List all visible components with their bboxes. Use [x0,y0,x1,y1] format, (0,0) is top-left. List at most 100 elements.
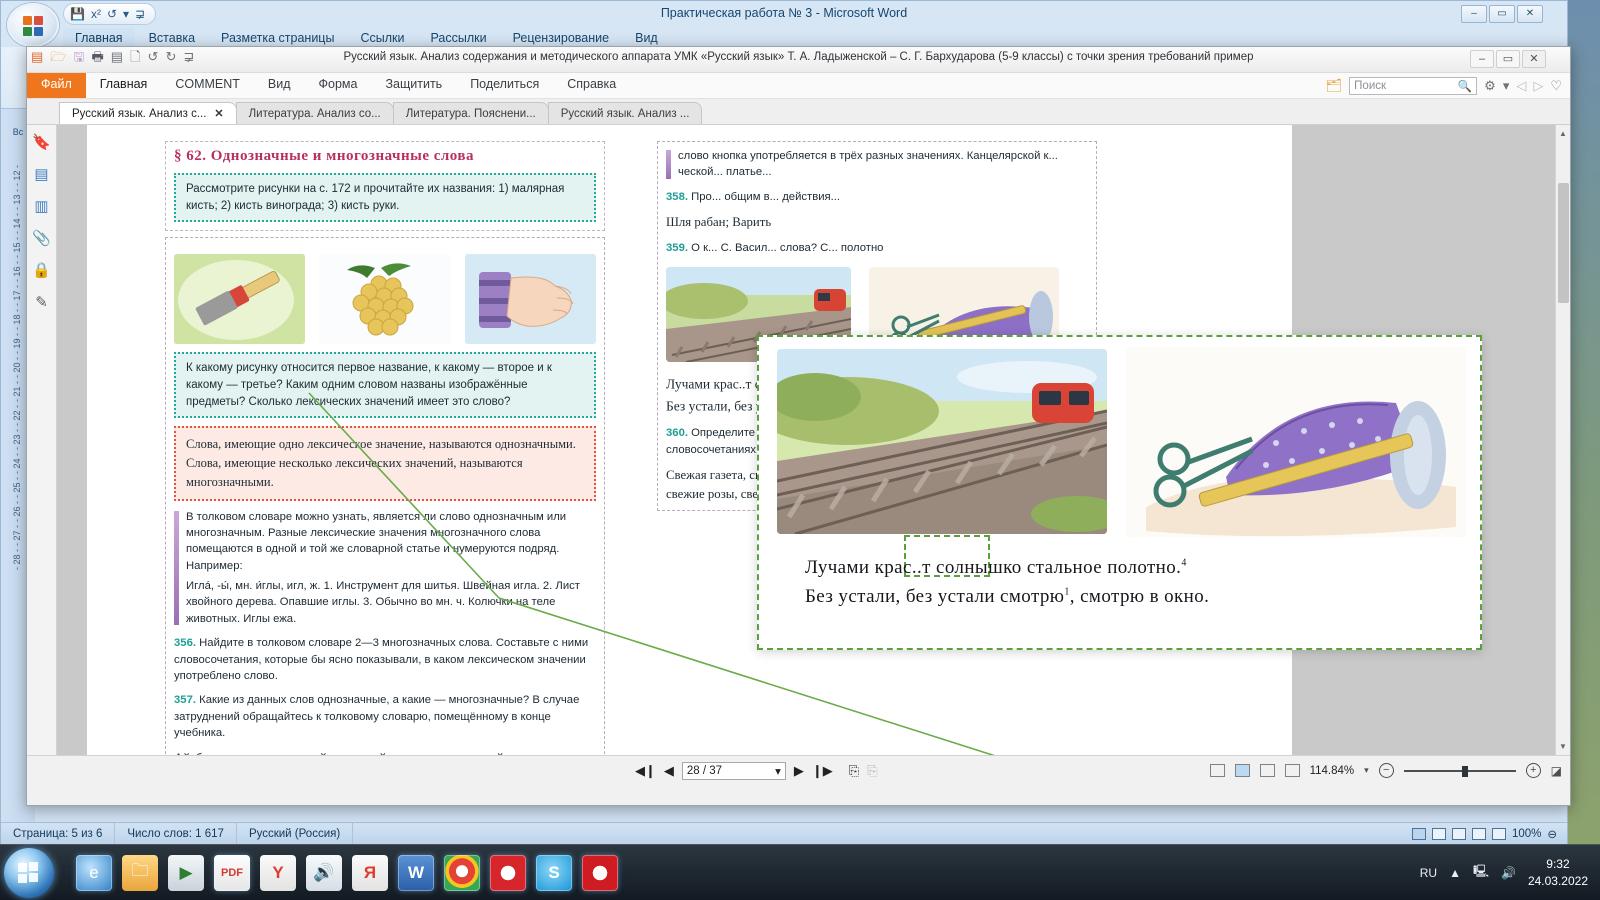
security-icon[interactable]: 🔒 [32,261,51,279]
chevron-down-icon[interactable]: ▾ [1503,79,1510,92]
magnified-verse-text: Лучами крас..т солнышко стальное полотно… [805,553,1460,612]
taskbar-pdf-reader[interactable]: PDF [214,854,250,891]
scroll-up-icon[interactable]: ▲ [1559,129,1567,138]
chevron-down-icon[interactable]: ▾ [1364,765,1369,776]
taskbar-chrome[interactable] [444,854,480,891]
view-outline-icon[interactable] [1471,827,1486,840]
zoom-slider[interactable] [1403,765,1516,777]
page-number-input[interactable]: 28 / 37 ▾ [681,761,786,780]
facing-icon[interactable] [1259,764,1275,777]
pdf-vertical-scrollbar[interactable]: ▲ ▼ [1555,125,1570,755]
pdf-tab-1[interactable]: Литература. Анализ со... [235,102,394,124]
save-icon[interactable]: 💾 [70,8,85,20]
language-indicator[interactable]: RU [1420,866,1437,880]
chevron-down-icon[interactable]: ▾ [775,764,781,778]
word-maximize-button[interactable]: ▭ [1489,5,1515,23]
textbook-left-column: § 62. Однозначные и многозначные слова Р… [165,141,605,755]
pdf-menu-form[interactable]: Форма [305,73,372,98]
find-folder-icon[interactable]: 🗂 [1326,79,1343,92]
windows-taskbar: e 🗀 ▶ PDF Y 🔊 Я W S RU ▲ 🖳 🔊 9:32 24.03.… [0,844,1600,900]
zoom-level-value[interactable]: 114.84% [1310,765,1355,777]
pdf-menu-help[interactable]: Справка [553,73,630,98]
single-page-icon[interactable] [1209,764,1225,777]
forward-arrow-icon[interactable]: ▷ [1533,79,1543,92]
taskbar-opera-gx[interactable] [582,854,618,891]
view-draft-icon[interactable] [1491,827,1506,840]
volume-icon[interactable]: 🔊 [1501,866,1516,880]
next-view-icon[interactable]: ⎘ [867,763,877,779]
chevron-down-icon[interactable]: ▾ [123,8,129,20]
view-full-screen-icon[interactable] [1431,827,1446,840]
pdf-minimize-button[interactable]: – [1470,50,1494,68]
pdf-tab-2[interactable]: Литература. Пояснени... [392,102,549,124]
taskbar-word[interactable]: W [398,854,434,891]
facing-continuous-icon[interactable] [1284,764,1300,777]
view-web-layout-icon[interactable] [1451,827,1466,840]
attachment-icon[interactable]: 📎 [32,229,51,247]
zoom-out-button[interactable]: − [1378,763,1394,778]
close-icon[interactable]: ✕ [214,107,223,120]
pdf-document-area: 🔖 ▤ ▥ 📎 🔒 ✎ § 62. Однозначные и многозна… [27,125,1570,755]
thumbnails-icon[interactable]: ▤ [34,165,48,183]
prev-page-icon[interactable]: ◀ [664,763,674,779]
word-zoom-out-icon[interactable]: ⊖ [1547,827,1557,841]
layers-icon[interactable]: ▥ [34,197,48,215]
zoom-slider-knob[interactable] [1461,765,1468,777]
taskbar-explorer[interactable]: 🗀 [122,854,158,891]
bookmark-icon[interactable]: 🔖 [32,133,51,151]
taskbar-internet-explorer[interactable]: e [76,854,112,891]
superscript-icon[interactable]: x² [91,8,101,20]
gear-icon[interactable]: ⚙ [1484,79,1496,92]
clock[interactable]: 9:32 24.03.2022 [1528,856,1588,888]
magnified-verse-line-2-tail: , смотрю в окно. [1069,586,1210,608]
last-page-icon[interactable]: ❙▶ [812,763,833,779]
pdf-tab-3[interactable]: Русский язык. Анализ ... [547,102,703,124]
word-minimize-button[interactable]: – [1461,5,1487,23]
pdf-close-button[interactable]: ✕ [1522,50,1546,68]
network-icon[interactable]: 🖳 [1473,862,1489,883]
office-button[interactable] [7,3,59,47]
grapes-illustration [319,254,451,345]
pdf-menu-file[interactable]: Файл [27,73,86,98]
pdf-menu-view[interactable]: Вид [254,73,305,98]
taskbar-skype[interactable]: S [536,854,572,891]
pdf-page-navigation: ◀❙ ◀ 28 / 37 ▾ ▶ ❙▶ ⎘ ⎘ [635,761,878,780]
zoom-in-button[interactable]: + [1525,763,1541,778]
previous-view-icon[interactable]: ⎘ [849,763,859,779]
scrollbar-thumb[interactable] [1558,183,1569,303]
exercise-359: 359. О к... С. Васил... слова? С... поло… [666,240,1088,256]
pdf-side-toolbar: 🔖 ▤ ▥ 📎 🔒 ✎ [27,125,57,755]
word-zoom-level[interactable]: 100% [1512,828,1541,840]
heart-icon[interactable]: ♡ [1550,79,1562,92]
pdf-tab-0[interactable]: Русский язык. Анализ с... ✕ [59,102,237,124]
pdf-menu-protect[interactable]: Защитить [371,73,456,98]
customize-qat-icon[interactable]: ⋥ [135,8,145,20]
word-close-button[interactable]: ✕ [1517,5,1543,23]
chevron-up-icon[interactable]: ▲ [1449,866,1461,880]
start-button[interactable] [4,847,54,898]
ruler-tick: - 16 - [12,260,22,282]
continuous-icon[interactable] [1234,764,1250,777]
search-input[interactable]: Поиск 🔍 [1349,76,1478,95]
taskbar-yandex-browser[interactable]: Y [260,854,296,891]
search-icon[interactable]: 🔍 [1458,79,1472,93]
ruler-tick: - 24 - [12,452,22,474]
pdf-menu-share[interactable]: Поделиться [456,73,553,98]
magnified-snapshot-overlay[interactable]: Лучами крас..т солнышко стальное полотно… [757,335,1482,650]
first-page-icon[interactable]: ◀❙ [635,763,656,779]
pdf-page-canvas[interactable]: § 62. Однозначные и многозначные слова Р… [57,125,1570,755]
taskbar-yandex[interactable]: Я [352,854,388,891]
view-print-layout-icon[interactable] [1411,827,1426,840]
taskbar-volume-app[interactable]: 🔊 [306,854,342,891]
taskbar-media-player[interactable]: ▶ [168,854,204,891]
back-arrow-icon[interactable]: ◁ [1516,79,1526,92]
pdf-menu-comment[interactable]: COMMENT [161,73,254,98]
pdf-maximize-button[interactable]: ▭ [1496,50,1520,68]
undo-icon[interactable]: ↺ [107,8,117,20]
next-page-icon[interactable]: ▶ [794,763,804,779]
fit-page-icon[interactable]: ◪ [1551,764,1562,778]
pdf-menu-home[interactable]: Главная [86,73,162,98]
scroll-down-icon[interactable]: ▼ [1559,742,1567,751]
signature-icon[interactable]: ✎ [35,293,48,311]
taskbar-opera[interactable] [490,854,526,891]
